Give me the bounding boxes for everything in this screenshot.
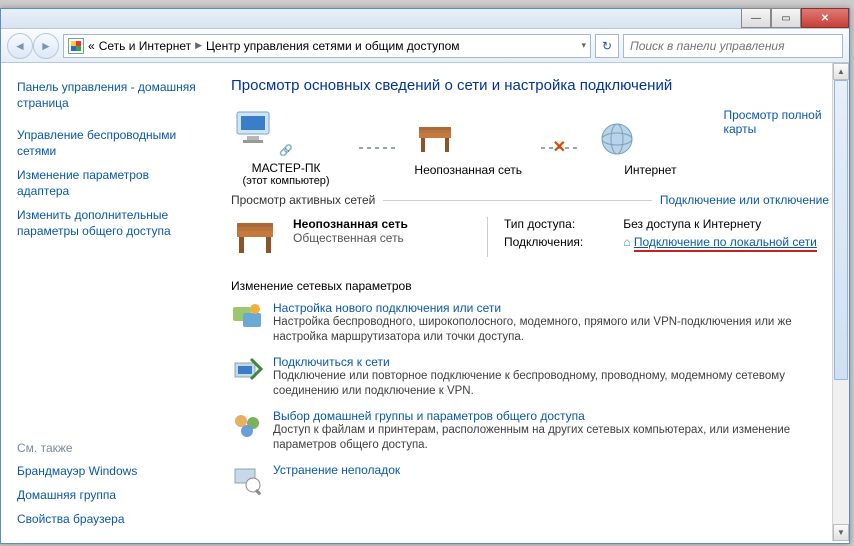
minimize-button[interactable]: —: [741, 8, 771, 28]
scroll-down-button[interactable]: ▼: [833, 524, 849, 541]
navbar: ◄ ► « Сеть и Интернет ▶ Центр управления…: [1, 29, 849, 63]
see-also-homegroup[interactable]: Домашняя группа: [17, 483, 201, 507]
change-params-header: Изменение сетевых параметров: [231, 279, 829, 293]
network-name: Неопознанная сеть: [293, 217, 473, 231]
network-map: 🔗 МАСТЕР-ПК (этот компьютер) Неопознанна…: [231, 108, 829, 187]
troubleshoot-icon: [231, 463, 263, 495]
monitor-icon: [231, 108, 275, 148]
page-title: Просмотр основных сведений о сети и наст…: [231, 77, 829, 94]
connect-icon: [231, 355, 263, 387]
sidebar-item-wireless[interactable]: Управление беспроводными сетями: [17, 123, 201, 163]
map-node-internet: Интернет: [595, 119, 705, 177]
ethernet-icon: ⌂: [623, 235, 630, 249]
globe-icon: [595, 119, 639, 159]
active-networks-header: Просмотр активных сетей: [231, 193, 375, 207]
task-title[interactable]: Выбор домашней группы и параметров общег…: [273, 409, 585, 423]
access-label: Тип доступа:: [504, 217, 583, 231]
map-node-this-pc: 🔗 МАСТЕР-ПК (этот компьютер): [231, 108, 341, 187]
search-input[interactable]: [630, 39, 836, 53]
sidebar-item-home[interactable]: Панель управления - домашняя страница: [17, 75, 201, 115]
connect-disconnect-link[interactable]: Подключение или отключение: [660, 193, 829, 207]
dropdown-icon[interactable]: ▾: [581, 40, 586, 51]
map-connector-1: [359, 147, 395, 149]
task-desc: Настройка беспроводного, широкополосного…: [273, 315, 829, 345]
sidebar-item-sharing[interactable]: Изменить дополнительные параметры общего…: [17, 203, 201, 243]
forward-button[interactable]: ►: [33, 33, 59, 59]
see-also: См. также Брандмауэр Windows Домашняя гр…: [1, 441, 217, 543]
window: — ▭ ✕ ◄ ► « Сеть и Интернет ▶ Центр упра…: [0, 8, 850, 544]
see-also-browser[interactable]: Свойства браузера: [17, 507, 201, 531]
task-title[interactable]: Устранение неполадок: [273, 463, 400, 477]
map-connector-fail: [541, 147, 577, 149]
map-node-network: Неопознанная сеть: [413, 119, 523, 177]
task-troubleshoot: Устранение неполадок: [231, 463, 829, 495]
see-also-header: См. также: [17, 441, 201, 455]
back-button[interactable]: ◄: [7, 33, 33, 59]
address-bar[interactable]: « Сеть и Интернет ▶ Центр управления сет…: [63, 34, 591, 58]
scrollbar[interactable]: ▲ ▼: [832, 63, 849, 541]
scroll-thumb[interactable]: [834, 80, 848, 380]
access-value: Без доступа к Интернету: [623, 217, 817, 231]
sidebar-item-adapter[interactable]: Изменение параметров адаптера: [17, 163, 201, 203]
control-panel-icon: [68, 38, 84, 54]
new-connection-icon: [231, 301, 263, 333]
crumb-prefix: «: [88, 39, 95, 53]
map-label-1: МАСТЕР-ПК: [231, 161, 341, 175]
active-network-block: Неопознанная сеть Общественная сеть Тип …: [231, 213, 829, 271]
task-desc: Подключение или повторное подключение к …: [273, 369, 829, 399]
breadcrumb-1[interactable]: Сеть и Интернет: [99, 39, 191, 53]
task-desc: Доступ к файлам и принтерам, расположенн…: [273, 423, 829, 453]
sidebar: Панель управления - домашняя страница Уп…: [1, 63, 217, 543]
task-title[interactable]: Подключиться к сети: [273, 355, 390, 369]
scroll-up-button[interactable]: ▲: [833, 63, 849, 80]
map-sub-1: (этот компьютер): [231, 175, 341, 187]
task-homegroup: Выбор домашней группы и параметров общег…: [231, 409, 829, 453]
connections-label: Подключения:: [504, 235, 583, 249]
breadcrumb-2[interactable]: Центр управления сетями и общим доступом: [206, 39, 460, 53]
maximize-button[interactable]: ▭: [771, 8, 801, 28]
network-type: Общественная сеть: [293, 231, 473, 245]
map-label-2: Неопознанная сеть: [413, 163, 523, 177]
bench-icon: [413, 119, 457, 159]
see-also-firewall[interactable]: Брандмауэр Windows: [17, 459, 201, 483]
chevron-right-icon: ▶: [195, 40, 202, 51]
connection-link[interactable]: Подключение по локальной сети: [634, 235, 817, 252]
view-full-map-link[interactable]: Просмотр полной карты: [723, 108, 829, 136]
divider: [383, 200, 652, 201]
main-pane: Просмотр основных сведений о сети и наст…: [217, 63, 849, 543]
network-icon: [231, 217, 279, 257]
task-new-connection: Настройка нового подключения или сети На…: [231, 301, 829, 345]
search-box[interactable]: [623, 34, 843, 58]
titlebar: — ▭ ✕: [1, 9, 849, 29]
close-button[interactable]: ✕: [801, 8, 849, 28]
task-title[interactable]: Настройка нового подключения или сети: [273, 301, 501, 315]
map-label-3: Интернет: [595, 163, 705, 177]
task-connect: Подключиться к сети Подключение или повт…: [231, 355, 829, 399]
refresh-button[interactable]: ↻: [595, 34, 619, 58]
homegroup-icon: [231, 409, 263, 441]
